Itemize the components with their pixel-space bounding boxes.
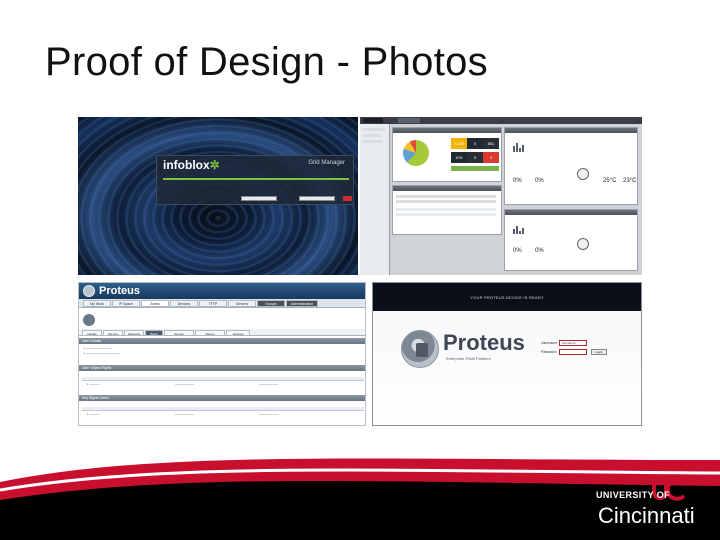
subtab-details[interactable]: Details [82,330,102,336]
cpu-percent: 0% [513,248,522,254]
stat-cell: 2 [483,152,499,163]
tab-grid-management[interactable] [422,118,448,123]
stat-cell: 851 [483,138,499,149]
status-panel: 7,526 0 851 676 0 2 [392,127,502,182]
detail-row: ▪ ──────────── [84,346,112,350]
table-cell: ───────── [175,382,195,386]
temperature-gauge [577,238,589,250]
service-row [396,195,496,198]
username-input[interactable]: bamadmin [559,340,587,346]
proteus-logo-icon [83,285,95,297]
username-field[interactable] [241,196,277,201]
tab-data-management[interactable] [474,118,496,123]
user-avatar [83,314,95,326]
subtab-networks[interactable]: Networks [124,330,144,336]
login-top-bar: YOUR PROTEUS DEVICE IS READY [373,283,641,311]
table-cell: ───────── [259,382,279,386]
password-input[interactable] [559,349,587,355]
subtab-groups[interactable]: Groups [164,330,194,336]
university-name: Cincinnati [598,503,695,528]
section-header: Key Rights Users [79,395,365,401]
tab-smart-folders[interactable] [450,118,472,123]
mini-bar-chart [513,142,527,152]
proteus-app-screenshot: Proteus My Work IP Space Zones Devices T… [78,282,366,426]
username-label: Username [541,341,558,345]
section-header: User Details [79,338,365,344]
login-banner: YOUR PROTEUS DEVICE IS READY [470,295,544,300]
login-button[interactable]: Login [591,349,607,355]
tab-dashboard[interactable] [398,118,420,123]
dashboard-header [360,117,642,124]
table-row: ▪ ───── [87,382,100,386]
tab-servers[interactable]: Servers [228,300,256,307]
proteus-emblem-icon [401,330,439,368]
login-brand: Proteus [443,330,525,355]
tab-administration[interactable] [498,118,522,123]
sidebar-item[interactable] [363,134,381,137]
tab-my-work[interactable]: My Work [83,300,111,307]
app-nav: My Work IP Space Zones Devices TFTP Serv… [79,299,365,308]
dashboard-screenshot: 7,526 0 851 676 0 2 0% 0% 25°C 23°C 0% 0… [360,117,642,275]
password-field[interactable] [299,196,335,201]
stat-cell: 676 [451,152,467,163]
table-header [82,407,364,411]
status-pie-chart [403,140,429,166]
grid-health-panel: 0% 0% 25°C 23°C [504,127,638,205]
proteus-login-screenshot: YOUR PROTEUS DEVICE IS READY Proteus Ent… [372,282,642,426]
table-cell: ───────── [259,412,279,416]
cpu-percent: 0% [513,178,522,184]
tab-administration[interactable]: Administration [286,300,318,307]
temperature-gauge [577,168,589,180]
status-bar [451,166,499,171]
login-go-button[interactable] [343,196,352,201]
subtab-settings[interactable]: Settings [226,330,250,336]
university-of-label: UNIVERSITY OF [596,490,671,500]
stat-cell: 0 [467,152,483,163]
mini-bar-chart [513,224,527,234]
stat-cell: 0 [467,138,483,149]
app-brand: Proteus [99,285,140,297]
sidebar-item[interactable] [363,140,383,143]
sidebar-item[interactable] [363,128,385,131]
table-cell: ───────── [175,412,195,416]
tab-tftp[interactable]: TFTP [199,300,227,307]
mem-percent: 0% [535,178,544,184]
dashboard-logo [363,118,383,123]
tab-devices[interactable]: Devices [170,300,198,307]
table-header [82,377,364,381]
grid-manager-label: Grid Manager [308,160,345,166]
login-tagline: Enterprise IPAM Platform [446,356,491,361]
password-label: Password [541,350,557,354]
infoblox-logo: infoblox✲ [163,158,220,172]
services-panel [392,185,502,235]
infoblox-login-panel: infoblox✲ Grid Manager [156,155,354,205]
infoblox-login-screenshot: infoblox✲ Grid Manager [78,117,358,275]
app-header: Proteus [79,283,365,299]
subtab-servers[interactable]: Servers [103,330,123,336]
slide-title: Proof of Design - Photos [45,40,488,84]
member-status-panel: 0% 0% [504,209,638,271]
service-row [396,200,496,203]
temp-reading: 23°C [623,178,637,184]
dashboard-sidebar [360,124,390,275]
tab-ip-space[interactable]: IP Space [112,300,140,307]
subtab-block[interactable]: Block [145,330,163,336]
section-header: User Object Rights [79,365,365,371]
table-row: ▪ ───── [87,412,100,416]
detail-row: ▪ ──────────────── [84,351,120,355]
stat-cell: 7,526 [451,138,467,149]
tab-groups[interactable]: Groups [257,300,285,307]
temp-reading: 25°C [603,178,617,184]
green-divider [163,178,349,180]
mem-percent: 0% [535,248,544,254]
member-row [396,208,496,211]
tab-zones[interactable]: Zones [141,300,169,307]
sub-nav: Details Servers Networks Block Groups Al… [79,329,365,336]
member-row [396,213,496,216]
login-panel [373,311,641,425]
subtab-alarms[interactable]: Alarms [195,330,225,336]
